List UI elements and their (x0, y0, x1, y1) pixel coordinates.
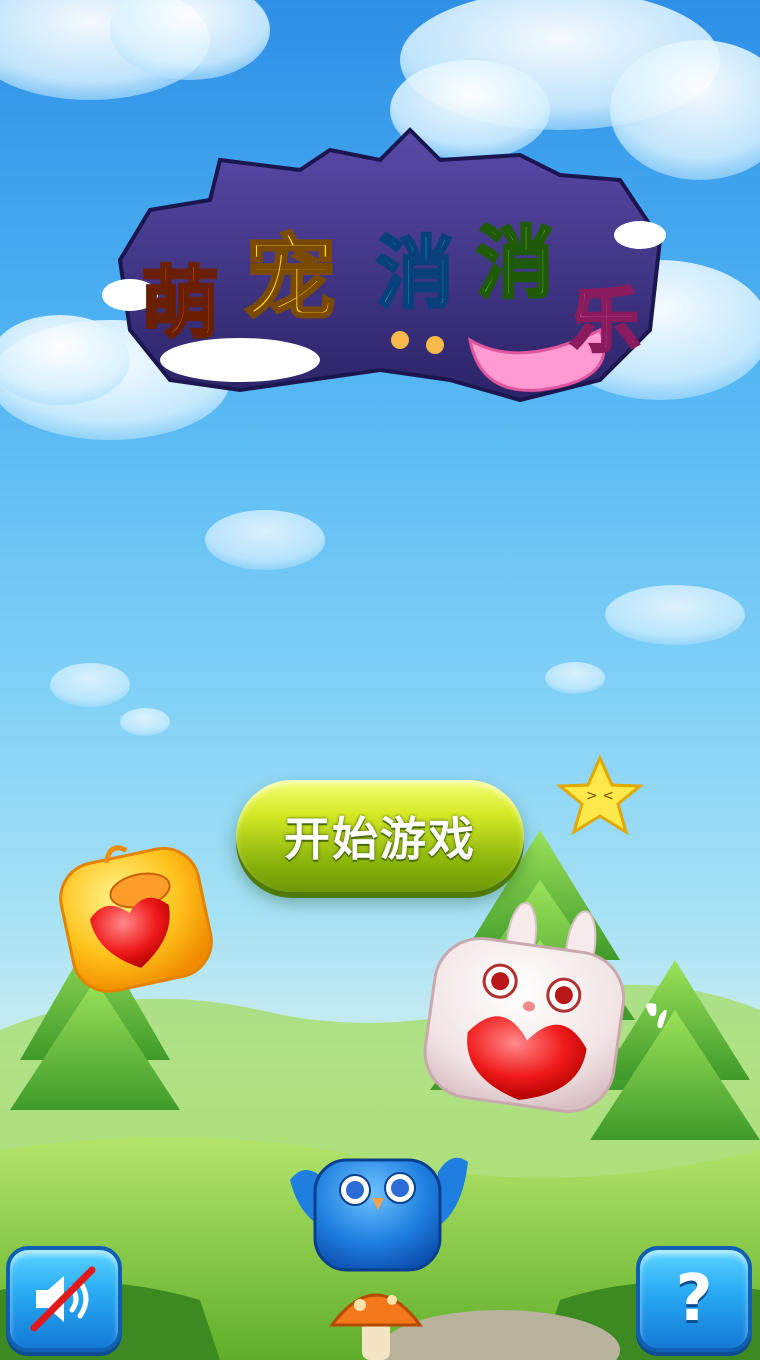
star-character: > < (555, 754, 645, 836)
game-start-screen: 萌 宠 消 消 乐 > < 开始游戏 ? (0, 0, 760, 1360)
cloud (605, 585, 745, 645)
duck-pet (59, 845, 213, 993)
bunny-pet (423, 901, 626, 1113)
sound-toggle-button[interactable] (6, 1246, 122, 1352)
background-scene: 萌 宠 消 消 乐 > < (0, 0, 760, 1360)
speaker-muted-icon (30, 1266, 96, 1332)
cloud (205, 510, 325, 570)
title-char-5: 乐 (570, 280, 640, 362)
svg-text:> <: > < (586, 788, 614, 804)
title-char-4: 消 (476, 219, 554, 309)
question-mark-icon: ? (675, 1262, 713, 1336)
help-button[interactable]: ? (636, 1246, 752, 1352)
title-char-3: 消 (376, 229, 454, 319)
title-char-2: 宠 (244, 225, 336, 332)
cloud (0, 0, 270, 100)
cloud (50, 662, 605, 736)
start-game-label: 开始游戏 (284, 812, 476, 866)
start-game-button[interactable]: 开始游戏 (236, 780, 524, 892)
title-char-1: 萌 (141, 259, 219, 349)
cloud (390, 0, 760, 180)
